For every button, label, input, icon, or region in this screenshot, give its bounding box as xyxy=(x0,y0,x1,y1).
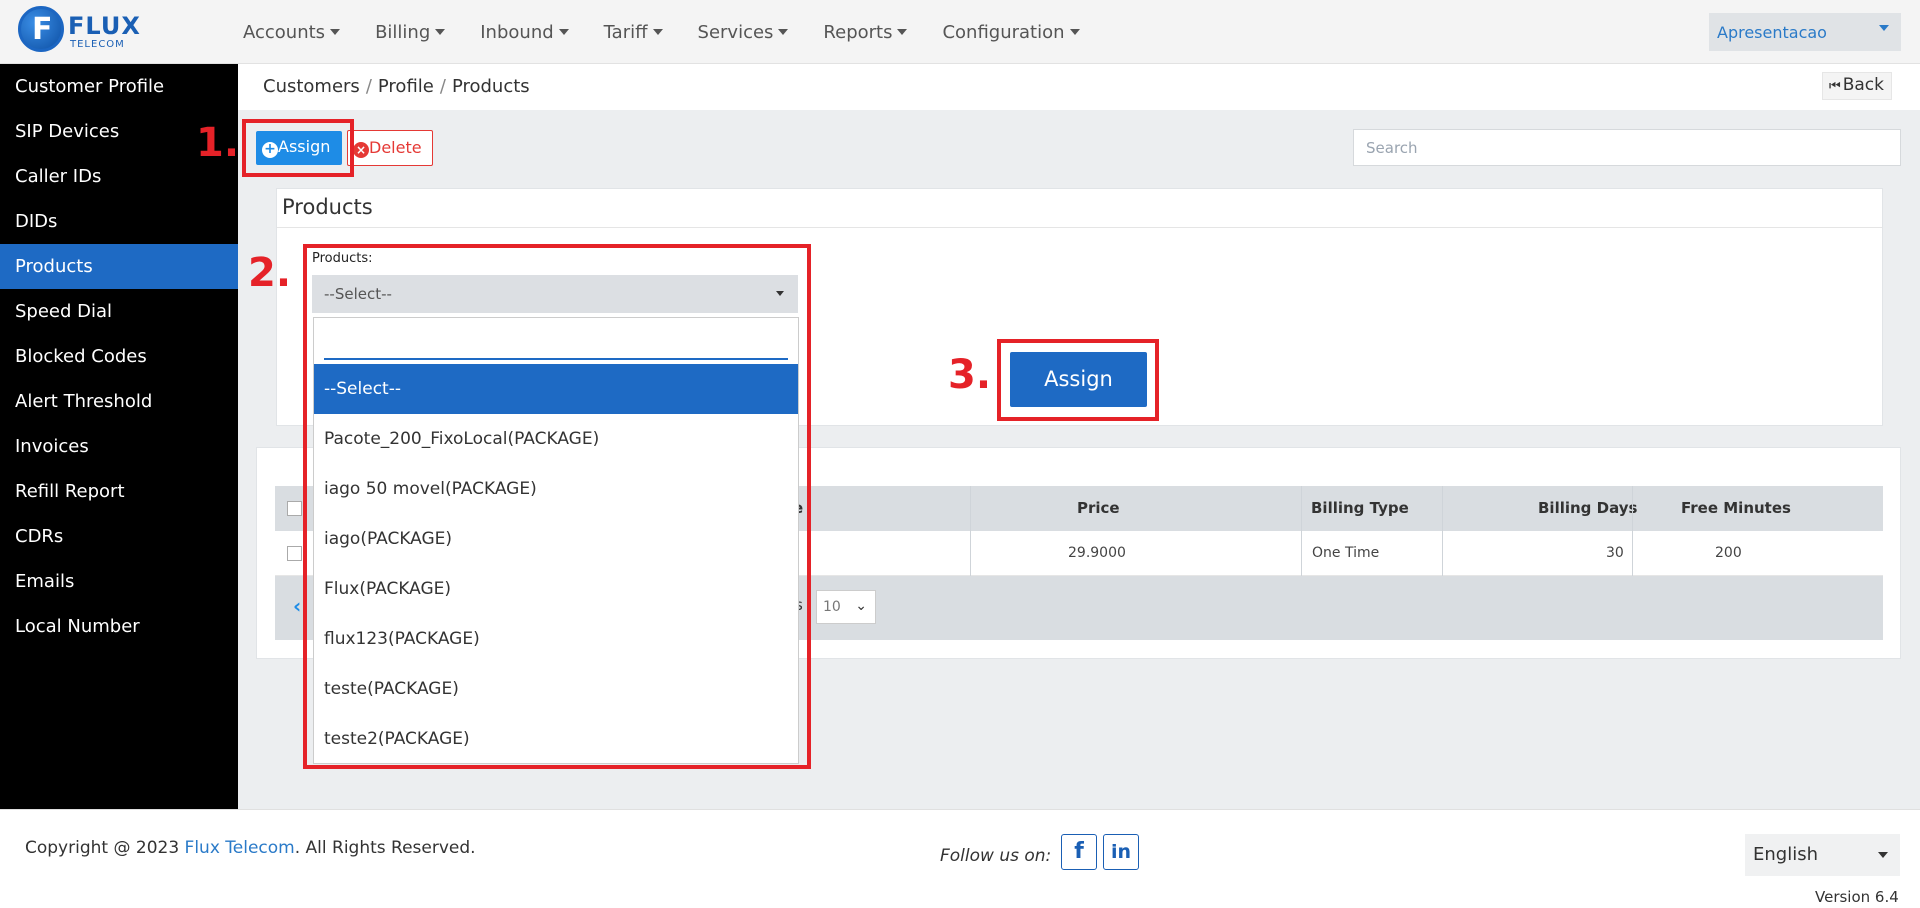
caret-down-icon xyxy=(1879,25,1889,31)
sidebar-item-dids[interactable]: DIDs xyxy=(0,199,238,244)
caret-down-icon xyxy=(897,29,908,35)
column-divider xyxy=(1632,486,1633,576)
delete-label: Delete xyxy=(369,138,422,157)
row-checkbox[interactable] xyxy=(287,546,302,561)
select-all-checkbox[interactable] xyxy=(287,501,302,516)
linkedin-icon[interactable]: in xyxy=(1103,834,1139,870)
search-input[interactable] xyxy=(1353,129,1901,166)
annotation-box-1 xyxy=(242,119,354,177)
breadcrumb-bar: Customers / Profile / Products xyxy=(238,64,1920,110)
sidebar-item-speed-dial[interactable]: Speed Dial xyxy=(0,289,238,334)
sidebar-item-cdrs[interactable]: CDRs xyxy=(0,514,238,559)
caret-down-icon xyxy=(1069,29,1080,35)
nav-reports[interactable]: Reports xyxy=(823,22,908,43)
nav-billing[interactable]: Billing xyxy=(375,22,446,43)
column-header-billing-type[interactable]: Billing Type xyxy=(1311,486,1409,531)
nav-accounts[interactable]: Accounts xyxy=(243,22,341,43)
column-header-price[interactable]: Price xyxy=(1077,486,1120,531)
account-dropdown[interactable]: Apresentacao xyxy=(1709,13,1901,51)
footer: Copyright @ 2023 Flux Telecom. All Right… xyxy=(0,809,1920,908)
language-select[interactable]: English xyxy=(1745,834,1900,876)
page-size-value: 10 xyxy=(823,599,841,615)
caret-down-icon xyxy=(330,29,341,35)
flux-telecom-logo[interactable]: FLUX TELECOM xyxy=(18,6,141,58)
column-divider xyxy=(1301,486,1302,576)
back-button[interactable]: ⏮ Back xyxy=(1822,72,1892,100)
page-size-select[interactable]: 10 ⌄ xyxy=(816,590,876,624)
sidebar-item-local-number[interactable]: Local Number xyxy=(0,604,238,649)
column-divider xyxy=(1442,486,1443,576)
follow-us-label: Follow us on: xyxy=(940,846,1052,866)
nav-tariff[interactable]: Tariff xyxy=(604,22,663,43)
account-name: Apresentacao xyxy=(1717,23,1827,42)
company-link[interactable]: Flux Telecom xyxy=(185,838,295,858)
sidebar-item-alert-threshold[interactable]: Alert Threshold xyxy=(0,379,238,424)
sidebar-item-refill-report[interactable]: Refill Report xyxy=(0,469,238,514)
delete-button[interactable]: × Delete xyxy=(347,130,433,166)
cell-billing-type: One Time xyxy=(1312,545,1380,561)
nav-inbound[interactable]: Inbound xyxy=(480,22,569,43)
annotation-number-1: 1. xyxy=(196,120,240,166)
top-navbar: FLUX TELECOM Accounts Billing Inbound Ta… xyxy=(0,0,1920,64)
sidebar: Customer Profile SIP Devices Caller IDs … xyxy=(0,64,238,809)
logo-subtext: TELECOM xyxy=(70,39,125,50)
breadcrumb-products: Products xyxy=(451,76,530,97)
nav-services[interactable]: Services xyxy=(698,22,789,43)
sidebar-item-invoices[interactable]: Invoices xyxy=(0,424,238,469)
back-label: Back xyxy=(1842,75,1884,95)
logo-text: FLUX xyxy=(68,12,141,40)
column-header-billing-days[interactable]: Billing Days xyxy=(1538,486,1637,531)
sidebar-item-blocked-codes[interactable]: Blocked Codes xyxy=(0,334,238,379)
annotation-number-2: 2. xyxy=(248,250,292,296)
caret-down-icon xyxy=(778,29,789,35)
sidebar-item-emails[interactable]: Emails xyxy=(0,559,238,604)
copyright-text: Copyright @ 2023 Flux Telecom. All Right… xyxy=(25,838,476,858)
panel-title: Products xyxy=(282,195,373,219)
nav-configuration[interactable]: Configuration xyxy=(942,22,1080,43)
annotation-box-3 xyxy=(997,339,1159,421)
caret-down-icon xyxy=(558,29,569,35)
cell-price: 29.9000 xyxy=(1068,545,1126,561)
facebook-icon[interactable]: f xyxy=(1061,834,1097,870)
breadcrumb: Customers / Profile / Products xyxy=(263,76,530,97)
cell-billing-days: 30 xyxy=(1606,545,1624,561)
cell-free-minutes: 200 xyxy=(1715,545,1742,561)
caret-down-icon xyxy=(652,29,663,35)
skip-back-icon: ⏮ xyxy=(1829,79,1841,94)
prev-page-icon[interactable]: ‹ xyxy=(293,594,301,618)
breadcrumb-profile[interactable]: Profile xyxy=(378,76,434,97)
main-nav: Accounts Billing Inbound Tariff Services… xyxy=(243,0,1115,64)
breadcrumb-customers[interactable]: Customers xyxy=(263,76,360,97)
divider xyxy=(277,227,1882,228)
sidebar-item-products[interactable]: Products xyxy=(0,244,238,289)
column-divider xyxy=(970,486,971,576)
annotation-number-3: 3. xyxy=(948,352,992,398)
column-header-free-minutes[interactable]: Free Minutes xyxy=(1681,486,1791,531)
x-circle-icon: × xyxy=(353,142,369,158)
language-value: English xyxy=(1753,844,1818,865)
caret-down-icon xyxy=(1878,852,1888,858)
version-label: Version 6.4 xyxy=(1815,888,1899,906)
logo-icon xyxy=(18,6,64,52)
sidebar-item-customer-profile[interactable]: Customer Profile xyxy=(0,64,238,109)
caret-down-icon xyxy=(435,29,446,35)
annotation-box-2 xyxy=(303,244,811,769)
chevron-down-icon: ⌄ xyxy=(855,598,867,614)
